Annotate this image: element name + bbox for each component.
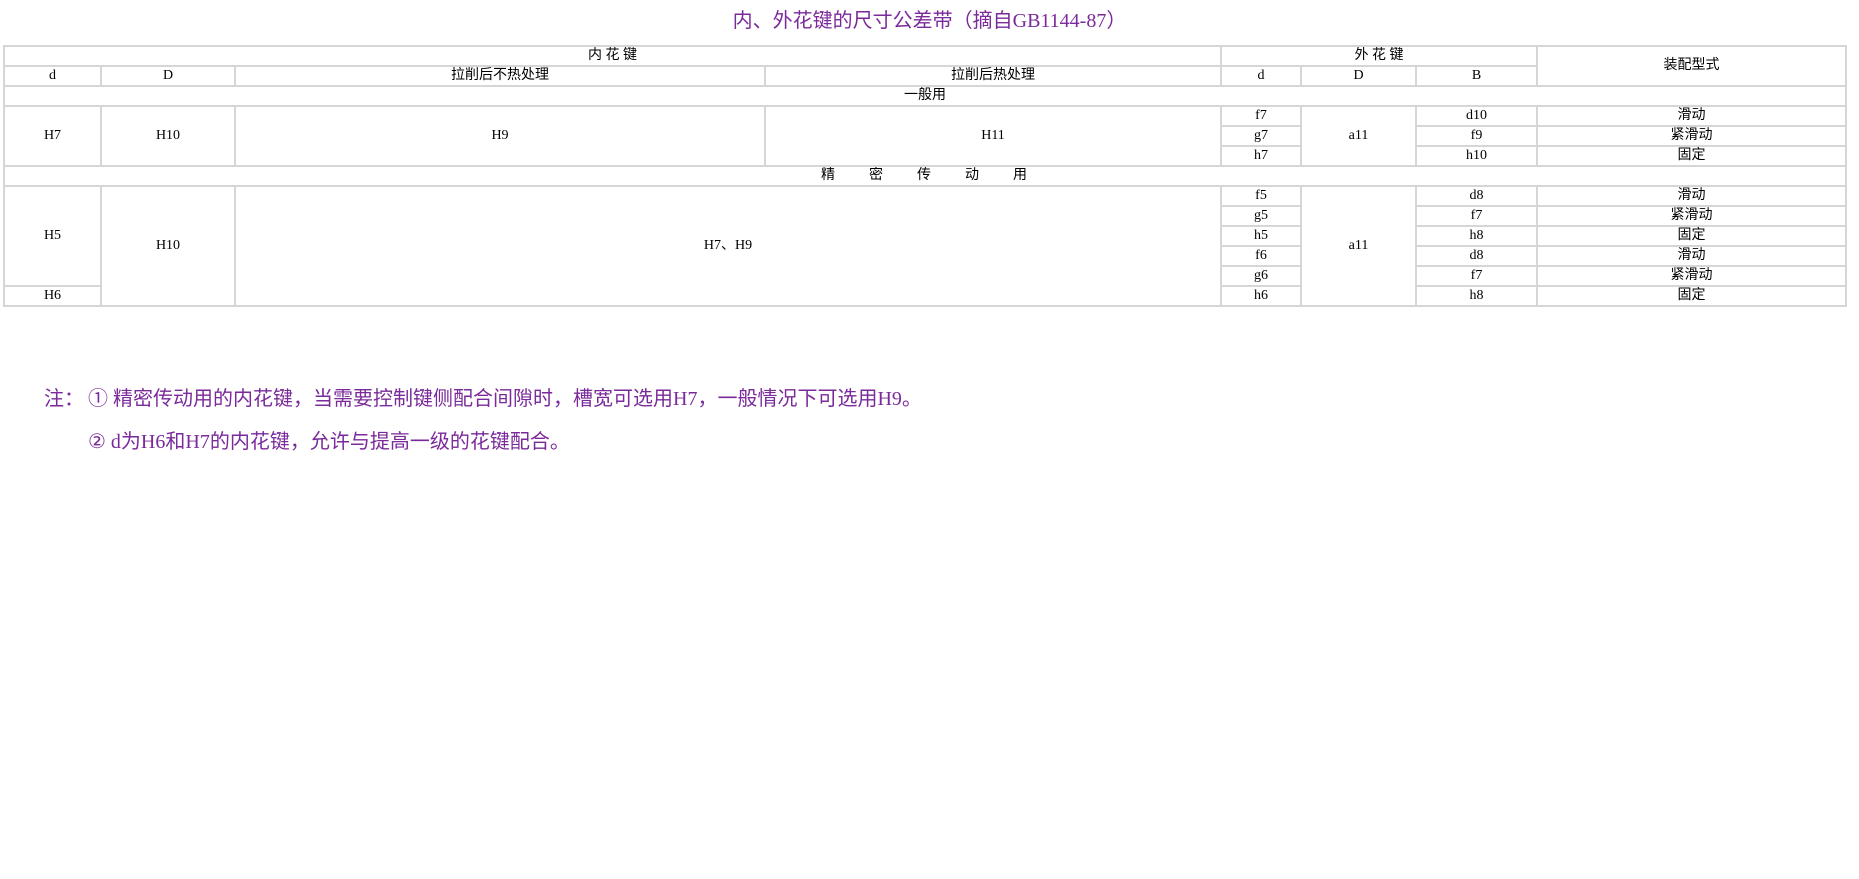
precision-outer-B: d8 <box>1415 245 1538 267</box>
precision-fit: 固定 <box>1536 285 1847 307</box>
note-prefix: 注： <box>44 388 84 410</box>
section-row-general: 一般用 <box>3 85 1847 107</box>
header-heat-treatment: 拉削后热处理 <box>764 65 1222 87</box>
table-row: H5 H10 H7、H9 f5 a11 d8 滑动 <box>3 185 1847 307</box>
general-heat: H11 <box>764 105 1222 167</box>
precision-inner-D: H10 <box>100 185 236 307</box>
precision-outer-D: a11 <box>1300 185 1417 307</box>
precision-outer-d: h5 <box>1220 225 1302 247</box>
precision-outer-B: f7 <box>1415 205 1538 227</box>
general-inner-D: H10 <box>100 105 236 167</box>
precision-fit: 紧滑动 <box>1536 205 1847 227</box>
general-outer-B: f9 <box>1415 125 1538 147</box>
precision-fit: 滑动 <box>1536 185 1847 207</box>
precision-outer-d: f6 <box>1220 245 1302 267</box>
note-2-text: ② d为H6和H7的内花键，允许与提高一级的花键配合。 <box>88 431 570 453</box>
precision-outer-B: f7 <box>1415 265 1538 287</box>
header-outer-B: B <box>1415 65 1538 87</box>
precision-outer-d: g6 <box>1220 265 1302 287</box>
general-outer-d: g7 <box>1220 125 1302 147</box>
general-outer-d: h7 <box>1220 145 1302 167</box>
note-1-text: ① 精密传动用的内花键，当需要控制键侧配合间隙时，槽宽可选用H7，一般情况下可选… <box>88 388 922 410</box>
table-row: H7 H10 H9 H11 f7 a11 d10 滑动 <box>3 105 1847 167</box>
header-no-heat-treatment: 拉削后不热处理 <box>234 65 766 87</box>
general-fit: 固定 <box>1536 145 1847 167</box>
note-2: ② d为H6和H7的内花键，允许与提高一级的花键配合。 <box>44 429 922 455</box>
header-outer-d: d <box>1220 65 1302 87</box>
general-outer-d: f7 <box>1220 105 1302 127</box>
header-inner-D: D <box>100 65 236 87</box>
precision-inner-d: H5 <box>3 185 102 287</box>
precision-outer-d: f5 <box>1220 185 1302 207</box>
precision-fit: 紧滑动 <box>1536 265 1847 287</box>
section-label-general: 一般用 <box>3 85 1847 107</box>
header-inner-d: d <box>3 65 102 87</box>
precision-inner-d-h6: H6 <box>3 285 102 307</box>
header-row-1: 内 花 键 外 花 键 装配型式 <box>3 45 1847 87</box>
general-no-heat: H9 <box>234 105 766 167</box>
header-outer-D: D <box>1300 65 1417 87</box>
precision-outer-B: d8 <box>1415 185 1538 207</box>
precision-outer-d: h6 <box>1220 285 1302 307</box>
precision-fit: 固定 <box>1536 225 1847 247</box>
precision-outer-d: g5 <box>1220 205 1302 227</box>
note-1: 注： ① 精密传动用的内花键，当需要控制键侧配合间隙时，槽宽可选用H7，一般情况下… <box>44 386 922 412</box>
general-outer-D: a11 <box>1300 105 1417 167</box>
general-outer-B: d10 <box>1415 105 1538 127</box>
section-row-precision: 精 密 传 动 用 <box>3 165 1847 187</box>
precision-b-tolerance: H7、H9 <box>234 185 1222 307</box>
precision-outer-B: h8 <box>1415 225 1538 247</box>
notes-block: 注： ① 精密传动用的内花键，当需要控制键侧配合间隙时，槽宽可选用H7，一般情况下… <box>44 386 922 455</box>
precision-fit: 滑动 <box>1536 245 1847 267</box>
header-outer-spline: 外 花 键 <box>1220 45 1538 67</box>
tolerance-table: 内 花 键 外 花 键 装配型式 d D 拉削后不热处理 拉削后热处理 d D … <box>3 45 1847 307</box>
header-inner-spline: 内 花 键 <box>3 45 1222 67</box>
section-label-precision: 精 密 传 动 用 <box>3 165 1847 187</box>
general-outer-B: h10 <box>1415 145 1538 167</box>
general-inner-d: H7 <box>3 105 102 167</box>
general-fit: 滑动 <box>1536 105 1847 127</box>
general-fit: 紧滑动 <box>1536 125 1847 147</box>
precision-outer-B: h8 <box>1415 285 1538 307</box>
page-title: 内、外花键的尺寸公差带（摘自GB1144-87） <box>732 10 1127 32</box>
header-fit-type: 装配型式 <box>1536 45 1847 87</box>
